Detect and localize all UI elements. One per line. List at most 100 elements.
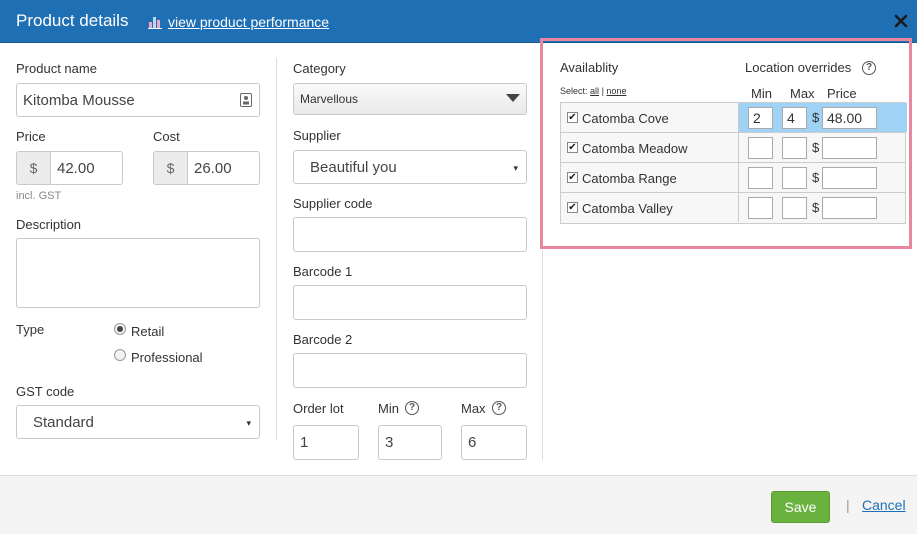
override-currency: $ [812, 200, 820, 215]
cost-currency-addon: $ [153, 151, 187, 185]
override-cell: $ [739, 193, 907, 222]
override-min-input[interactable] [748, 197, 773, 219]
override-price-input[interactable] [822, 167, 877, 189]
override-max-input[interactable] [782, 137, 807, 159]
override-price-input[interactable] [822, 197, 877, 219]
supplier-code-label: Supplier code [293, 196, 373, 211]
override-min-input[interactable] [748, 137, 773, 159]
override-max-input[interactable] [782, 167, 807, 189]
table-row: ✔ Catomba Valley $ [561, 193, 905, 223]
category-label: Category [293, 61, 346, 76]
min-help-icon[interactable]: ? [405, 401, 419, 415]
table-row: ✔ Catomba Meadow $ [561, 133, 905, 163]
col-max-header: Max [790, 86, 815, 101]
chevron-down-icon: ▾ [246, 418, 251, 428]
gst-code-select[interactable]: Standard ▾ [16, 405, 260, 439]
order-lot-label: Order lot [293, 401, 344, 416]
min-input[interactable] [378, 425, 442, 460]
max-help-icon[interactable]: ? [492, 401, 506, 415]
cancel-link[interactable]: Cancel [862, 497, 906, 513]
max-label: Max [461, 401, 486, 416]
type-professional-radio[interactable] [114, 349, 126, 361]
price-currency-addon: $ [16, 151, 50, 185]
override-price-input[interactable] [822, 107, 877, 129]
availability-table: ✔ Catomba Cove $ ✔ Catomba Meadow $ ✔ Ca… [560, 102, 907, 224]
column-divider [276, 58, 277, 440]
availability-title: Availablity [560, 60, 619, 75]
location-checkbox[interactable]: ✔ [567, 172, 578, 183]
overrides-help-icon[interactable]: ? [862, 61, 876, 75]
location-cell: ✔ Catomba Range [561, 163, 739, 192]
select-separator: | [601, 86, 604, 96]
override-cell: $ [739, 133, 907, 162]
override-currency: $ [812, 140, 820, 155]
location-cell: ✔ Catomba Cove [561, 103, 739, 132]
table-row: ✔ Catomba Cove $ [561, 103, 907, 133]
gst-code-label: GST code [16, 384, 75, 399]
category-select[interactable]: Marvellous [293, 83, 527, 115]
save-button[interactable]: Save [771, 491, 830, 523]
cost-input[interactable] [187, 151, 260, 185]
supplier-select[interactable]: Beautiful you ▾ [293, 150, 527, 184]
override-min-input[interactable] [748, 167, 773, 189]
max-input[interactable] [461, 425, 527, 460]
location-name: Catomba Valley [582, 201, 673, 216]
description-label: Description [16, 217, 82, 232]
location-overrides-title: Location overrides [745, 60, 852, 75]
category-value: Marvellous [300, 92, 359, 106]
barcode1-label: Barcode 1 [293, 264, 353, 279]
barcode2-label: Barcode 2 [293, 332, 353, 347]
dialog-titlebar: Product details view product performance [0, 0, 917, 43]
triangle-down-icon [506, 94, 520, 102]
column-divider [542, 250, 543, 460]
product-name-input[interactable] [16, 83, 260, 117]
select-all-link[interactable]: all [590, 86, 599, 96]
override-currency: $ [812, 110, 820, 125]
location-name: Catomba Range [582, 171, 677, 186]
location-name: Catomba Cove [582, 111, 669, 126]
chevron-down-icon: ▾ [513, 163, 518, 173]
location-name: Catomba Meadow [582, 141, 688, 156]
min-label: Min [378, 401, 399, 416]
col-price-header: Price [827, 86, 857, 101]
override-price-input[interactable] [822, 137, 877, 159]
dialog-title: Product details [16, 11, 129, 30]
gst-code-value: Standard [33, 414, 94, 431]
supplier-label: Supplier [293, 128, 341, 143]
location-cell: ✔ Catomba Meadow [561, 133, 739, 162]
override-min-input[interactable] [748, 107, 773, 129]
bar-chart-icon [148, 17, 162, 29]
select-links: Select: all | none [560, 86, 626, 96]
type-retail-radio[interactable] [114, 323, 126, 335]
location-checkbox[interactable]: ✔ [567, 202, 578, 213]
supplier-value: Beautiful you [310, 159, 397, 176]
footer-separator: | [846, 497, 850, 513]
override-max-input[interactable] [782, 197, 807, 219]
location-checkbox[interactable]: ✔ [567, 142, 578, 153]
override-cell: $ [739, 163, 907, 192]
select-prefix: Select: [560, 86, 588, 96]
price-input[interactable] [50, 151, 123, 185]
override-cell: $ [739, 103, 907, 132]
table-row: ✔ Catomba Range $ [561, 163, 905, 193]
type-retail-label[interactable]: Retail [131, 324, 164, 339]
type-professional-label[interactable]: Professional [131, 350, 203, 365]
order-lot-input[interactable] [293, 425, 359, 460]
contact-card-icon[interactable] [240, 93, 252, 107]
location-cell: ✔ Catomba Valley [561, 193, 739, 222]
override-max-input[interactable] [782, 107, 807, 129]
override-currency: $ [812, 170, 820, 185]
col-min-header: Min [751, 86, 772, 101]
barcode2-input[interactable] [293, 353, 527, 388]
location-checkbox[interactable]: ✔ [567, 112, 578, 123]
view-performance-link[interactable]: view product performance [168, 14, 329, 30]
product-name-label: Product name [16, 61, 97, 76]
cost-label: Cost [153, 129, 180, 144]
barcode1-input[interactable] [293, 285, 527, 320]
select-none-link[interactable]: none [606, 86, 626, 96]
close-icon[interactable] [893, 13, 909, 29]
supplier-code-input[interactable] [293, 217, 527, 252]
price-label: Price [16, 129, 46, 144]
description-textarea[interactable] [16, 238, 260, 308]
type-label: Type [16, 322, 45, 337]
